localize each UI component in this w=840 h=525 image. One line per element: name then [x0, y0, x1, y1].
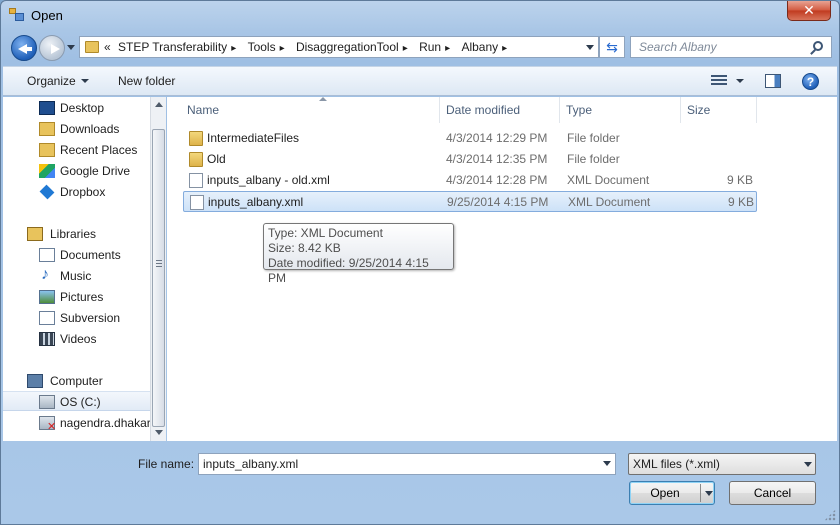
chevron-down-icon[interactable]: [603, 461, 611, 466]
scrollbar-thumb[interactable]: [152, 129, 165, 427]
breadcrumb-item[interactable]: DisaggregationTool: [296, 40, 399, 54]
recent-locations-dropdown-icon[interactable]: [67, 45, 75, 50]
chevron-right-icon[interactable]: ▸: [231, 43, 236, 54]
list-item[interactable]: inputs_albany - old.xml 4/3/2014 12:28 P…: [183, 170, 757, 191]
documents-icon: [39, 248, 55, 262]
scroll-up-icon[interactable]: [155, 102, 163, 107]
organize-button[interactable]: Organize: [27, 74, 76, 88]
file-name-field[interactable]: inputs_albany.xml: [198, 453, 616, 475]
disconnected-drive-icon: [39, 416, 56, 433]
search-icon[interactable]: [813, 41, 823, 51]
breadcrumb-item[interactable]: Albany: [461, 40, 498, 54]
toolbar: Organize New folder ?: [3, 66, 837, 96]
nav-item-documents[interactable]: Documents: [3, 245, 152, 265]
nav-item-dropbox[interactable]: Dropbox: [3, 182, 152, 202]
back-button[interactable]: [11, 35, 37, 61]
file-type-filter[interactable]: XML files (*.xml): [628, 453, 816, 475]
chevron-right-icon[interactable]: ▸: [445, 43, 450, 54]
column-header-size[interactable]: Size: [681, 97, 757, 123]
chevron-down-icon[interactable]: [804, 462, 812, 467]
nav-item-subversion[interactable]: Subversion: [3, 308, 152, 328]
change-view-icon[interactable]: [711, 75, 727, 87]
window-title: Open: [31, 8, 63, 23]
nav-item-libraries[interactable]: Libraries: [3, 224, 152, 244]
search-input[interactable]: Search Albany: [639, 40, 717, 54]
breadcrumb-overflow[interactable]: «: [104, 40, 111, 54]
file-info-tooltip: Type: XML Document Size: 8.42 KB Date mo…: [263, 223, 454, 285]
recent-places-icon: [39, 143, 55, 157]
close-button[interactable]: ✕: [787, 1, 831, 21]
nav-pane-scrollbar[interactable]: [150, 97, 166, 441]
nav-item-videos[interactable]: Videos: [3, 329, 152, 349]
desktop-icon: [39, 101, 55, 115]
nav-item-music[interactable]: Music: [3, 266, 152, 286]
nav-item-desktop[interactable]: Desktop: [3, 98, 152, 118]
nav-item-network-drive[interactable]: nagendra.dhakar: [3, 413, 152, 433]
pictures-icon: [39, 290, 55, 304]
xml-file-icon: [190, 195, 204, 210]
grip-icon: [156, 260, 162, 267]
breadcrumb: « STEP Transferability ▸ Tools ▸ Disaggreg…: [104, 40, 515, 56]
open-button[interactable]: Open: [629, 481, 715, 505]
open-dialog: Open ✕ « STEP Transferability ▸ Tools ▸ Di…: [0, 0, 840, 525]
chevron-down-icon[interactable]: [81, 79, 89, 83]
file-name-label: File name:: [138, 457, 195, 471]
address-dropdown-icon[interactable]: [586, 45, 594, 50]
column-header-type[interactable]: Type: [560, 97, 681, 123]
list-item[interactable]: IntermediateFiles 4/3/2014 12:29 PM File…: [183, 128, 757, 149]
open-button-label: Open: [650, 486, 680, 500]
column-header-date-modified[interactable]: Date modified: [440, 97, 560, 123]
chevron-right-icon[interactable]: ▸: [502, 43, 507, 54]
libraries-icon: [27, 227, 43, 241]
tooltip-size: Size: 8.42 KB: [268, 241, 341, 255]
nav-item-google-drive[interactable]: Google Drive: [3, 161, 152, 181]
xml-file-icon: [189, 173, 203, 188]
tooltip-type: Type: XML Document: [268, 226, 383, 240]
app-icon: [9, 8, 25, 22]
folder-icon: [85, 41, 99, 53]
drive-icon: [39, 395, 55, 409]
nav-item-os-drive[interactable]: OS (C:): [3, 391, 152, 411]
nav-item-downloads[interactable]: Downloads: [3, 119, 152, 139]
help-icon[interactable]: ?: [802, 73, 819, 90]
computer-icon: [27, 374, 43, 388]
folder-icon: [189, 131, 203, 146]
navigation-pane: Desktop Downloads Recent Places Google D…: [3, 97, 152, 441]
cancel-button[interactable]: Cancel: [729, 481, 816, 505]
breadcrumb-item[interactable]: Tools: [248, 40, 276, 54]
sort-ascending-icon: [319, 97, 327, 101]
chevron-down-icon[interactable]: [705, 491, 713, 496]
dropbox-icon: [39, 184, 55, 200]
nav-item-computer[interactable]: Computer: [3, 371, 152, 391]
column-header-name[interactable]: Name: [181, 97, 440, 123]
chevron-down-icon[interactable]: [736, 79, 744, 83]
refresh-button[interactable]: ⇆: [599, 36, 625, 58]
chevron-right-icon[interactable]: ▸: [403, 43, 408, 54]
divider: [700, 484, 701, 502]
address-bar[interactable]: « STEP Transferability ▸ Tools ▸ Disaggreg…: [79, 36, 599, 58]
nav-item-recent-places[interactable]: Recent Places: [3, 140, 152, 160]
search-box[interactable]: Search Albany: [630, 36, 832, 58]
folder-icon: [189, 152, 203, 167]
chevron-right-icon[interactable]: ▸: [280, 43, 285, 54]
title-bar: Open ✕: [1, 1, 839, 31]
file-type-filter-value: XML files (*.xml): [633, 457, 720, 471]
list-item[interactable]: Old 4/3/2014 12:35 PM File folder: [183, 149, 757, 170]
tooltip-date: Date modified: 9/25/2014 4:15 PM: [268, 256, 429, 285]
nav-item-pictures[interactable]: Pictures: [3, 287, 152, 307]
videos-icon: [39, 332, 55, 346]
breadcrumb-item[interactable]: Run: [419, 40, 441, 54]
preview-pane-icon[interactable]: [765, 74, 781, 88]
resize-grip-icon[interactable]: [824, 509, 836, 521]
breadcrumb-item[interactable]: STEP Transferability: [118, 40, 227, 54]
new-folder-button[interactable]: New folder: [118, 74, 175, 88]
google-drive-icon: [39, 164, 55, 178]
scroll-down-icon[interactable]: [155, 430, 163, 435]
forward-button[interactable]: [39, 35, 65, 61]
list-item-selected[interactable]: inputs_albany.xml 9/25/2014 4:15 PM XML …: [183, 191, 757, 212]
music-icon: [39, 266, 55, 284]
subversion-icon: [39, 311, 55, 325]
downloads-icon: [39, 122, 55, 136]
